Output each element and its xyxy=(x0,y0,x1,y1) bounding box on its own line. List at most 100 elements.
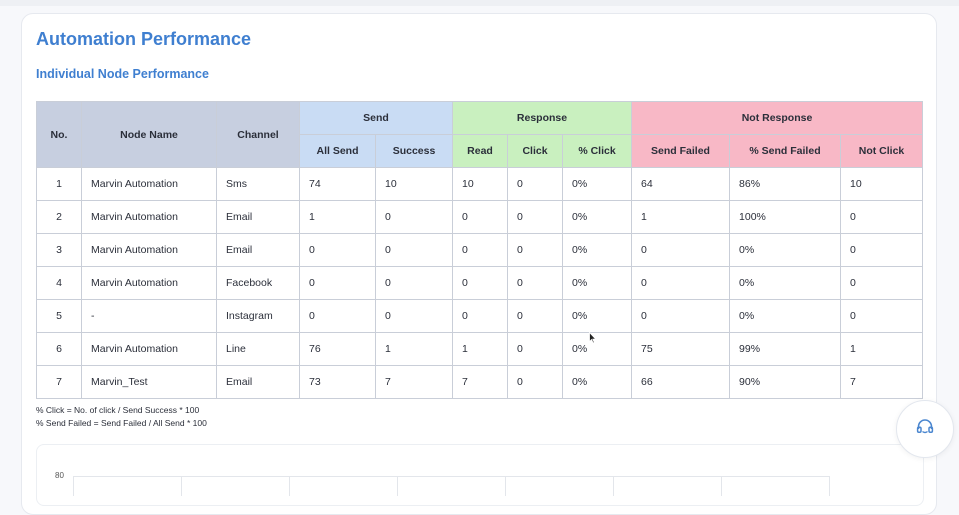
table-row[interactable]: 3 Marvin Automation Email 0 0 0 0 0% 0 0% 0 xyxy=(36,233,924,267)
cell-no: 6 xyxy=(36,332,82,366)
chart-gridline-v xyxy=(505,476,506,496)
cell-all-send: 0 xyxy=(299,266,376,300)
cell-click: 0 xyxy=(507,266,564,300)
cell-channel: Instagram xyxy=(216,299,300,333)
chart-gridline-v xyxy=(181,476,182,496)
cell-not-click: 7 xyxy=(840,365,924,399)
chart-y-tick: 80 xyxy=(55,471,64,480)
cell-read: 1 xyxy=(452,332,509,366)
cell-no: 4 xyxy=(36,266,82,300)
cell-success: 7 xyxy=(374,365,454,399)
cell-pct-click: 0% xyxy=(562,266,633,300)
cell-click: 0 xyxy=(507,332,564,366)
col-header-not-click[interactable]: Not Click xyxy=(840,134,924,168)
top-bar xyxy=(0,0,959,6)
cell-node-name: Marvin Automation xyxy=(81,200,217,234)
cell-all-send: 73 xyxy=(299,365,376,399)
cell-pct-click: 0% xyxy=(562,233,633,267)
cell-pct-click: 0% xyxy=(562,332,633,366)
chart-gridline-v xyxy=(73,476,74,496)
col-header-pct-click[interactable]: % Click xyxy=(562,134,633,168)
cell-click: 0 xyxy=(507,200,564,234)
col-header-success[interactable]: Success xyxy=(374,134,454,168)
formula-notes: % Click = No. of click / Send Success * … xyxy=(36,404,207,429)
node-performance-table: No. Node Name Channel Send Response Not … xyxy=(36,101,924,399)
cell-node-name: Marvin Automation xyxy=(81,233,217,267)
table-row[interactable]: 1 Marvin Automation Sms 74 10 10 0 0% 64 86% 10 xyxy=(36,167,924,201)
cell-not-click: 1 xyxy=(840,332,924,366)
cell-pct-send-failed: 86% xyxy=(729,167,842,201)
col-header-click[interactable]: Click xyxy=(507,134,564,168)
cell-all-send: 76 xyxy=(299,332,376,366)
section-title: Individual Node Performance xyxy=(36,67,209,81)
chart-gridline-v xyxy=(397,476,398,496)
cell-send-failed: 0 xyxy=(631,266,731,300)
cell-channel: Email xyxy=(216,200,300,234)
table-row[interactable]: 5- Instagram 0 0 0 0 0% 0 0% 0 xyxy=(36,299,924,333)
col-header-read[interactable]: Read xyxy=(452,134,509,168)
cell-success: 0 xyxy=(374,299,454,333)
cell-pct-send-failed: 100% xyxy=(729,200,842,234)
cell-click: 0 xyxy=(507,299,564,333)
group-header-not-response: Not Response xyxy=(631,101,924,135)
cell-pct-send-failed: 0% xyxy=(729,299,842,333)
send-failed-formula-note: % Send Failed = Send Failed / All Send *… xyxy=(36,417,207,428)
chart-gridline-v xyxy=(829,476,830,496)
cell-read: 0 xyxy=(452,200,509,234)
cell-not-click: 0 xyxy=(840,299,924,333)
cell-channel: Email xyxy=(216,233,300,267)
cell-node-name: Marvin Automation xyxy=(81,332,217,366)
cell-pct-click: 0% xyxy=(562,200,633,234)
cell-send-failed: 75 xyxy=(631,332,731,366)
click-formula-note: % Click = No. of click / Send Success * … xyxy=(36,405,200,415)
cell-send-failed: 64 xyxy=(631,167,731,201)
cell-all-send: 74 xyxy=(299,167,376,201)
chart-gridline-v xyxy=(613,476,614,496)
cell-success: 0 xyxy=(374,266,454,300)
table-body: 1 Marvin Automation Sms 74 10 10 0 0% 64 86% 10 2 Ma… xyxy=(36,167,924,399)
cell-not-click: 10 xyxy=(840,167,924,201)
cell-node-name: Marvin Automation xyxy=(81,266,217,300)
table-row[interactable]: 4 Marvin Automation Facebook 0 0 0 0 0% 0 0% 0 xyxy=(36,266,924,300)
cell-pct-send-failed: 90% xyxy=(729,365,842,399)
cell-send-failed: 0 xyxy=(631,299,731,333)
col-header-channel[interactable]: Channel xyxy=(216,101,300,168)
cell-click: 0 xyxy=(507,233,564,267)
cell-not-click: 0 xyxy=(840,200,924,234)
table-row[interactable]: 7 Marvin_Test Email 73 7 7 0 0% 66 90% 7 xyxy=(36,365,924,399)
cell-send-failed: 0 xyxy=(631,233,731,267)
mouse-cursor-icon xyxy=(589,331,597,349)
table-row[interactable]: 2 Marvin Automation Email 1 0 0 0 0% 1 100% 0 xyxy=(36,200,924,234)
cell-pct-send-failed: 99% xyxy=(729,332,842,366)
cell-pct-click: 0% xyxy=(562,365,633,399)
cell-channel: Facebook xyxy=(216,266,300,300)
cell-click: 0 xyxy=(507,365,564,399)
col-header-all-send[interactable]: All Send xyxy=(299,134,376,168)
cell-read: 0 xyxy=(452,233,509,267)
cell-read: 10 xyxy=(452,167,509,201)
col-header-no[interactable]: No. xyxy=(36,101,82,168)
cell-success: 1 xyxy=(374,332,454,366)
cell-all-send: 0 xyxy=(299,299,376,333)
cell-pct-click: 0% xyxy=(562,167,633,201)
cell-no: 5 xyxy=(36,299,82,333)
chart-gridline-v xyxy=(721,476,722,496)
cell-not-click: 0 xyxy=(840,233,924,267)
cell-no: 1 xyxy=(36,167,82,201)
group-header-response: Response xyxy=(452,101,633,135)
cell-read: 7 xyxy=(452,365,509,399)
col-header-pct-send-failed[interactable]: % Send Failed xyxy=(729,134,842,168)
cell-pct-click: 0% xyxy=(562,299,633,333)
cell-node-name: - xyxy=(81,299,217,333)
headset-icon xyxy=(915,417,935,442)
group-header-send: Send xyxy=(298,101,454,135)
table-row[interactable]: 6 Marvin Automation Line 76 1 1 0 0% 75 99% 1 xyxy=(36,332,924,366)
cell-channel: Sms xyxy=(216,167,300,201)
cell-node-name: Marvin_Test xyxy=(81,365,217,399)
cell-send-failed: 1 xyxy=(631,200,731,234)
cell-no: 3 xyxy=(36,233,82,267)
support-chat-button[interactable] xyxy=(896,400,954,458)
col-header-send-failed[interactable]: Send Failed xyxy=(631,134,731,168)
col-header-node-name[interactable]: Node Name xyxy=(81,101,217,168)
cell-no: 2 xyxy=(36,200,82,234)
